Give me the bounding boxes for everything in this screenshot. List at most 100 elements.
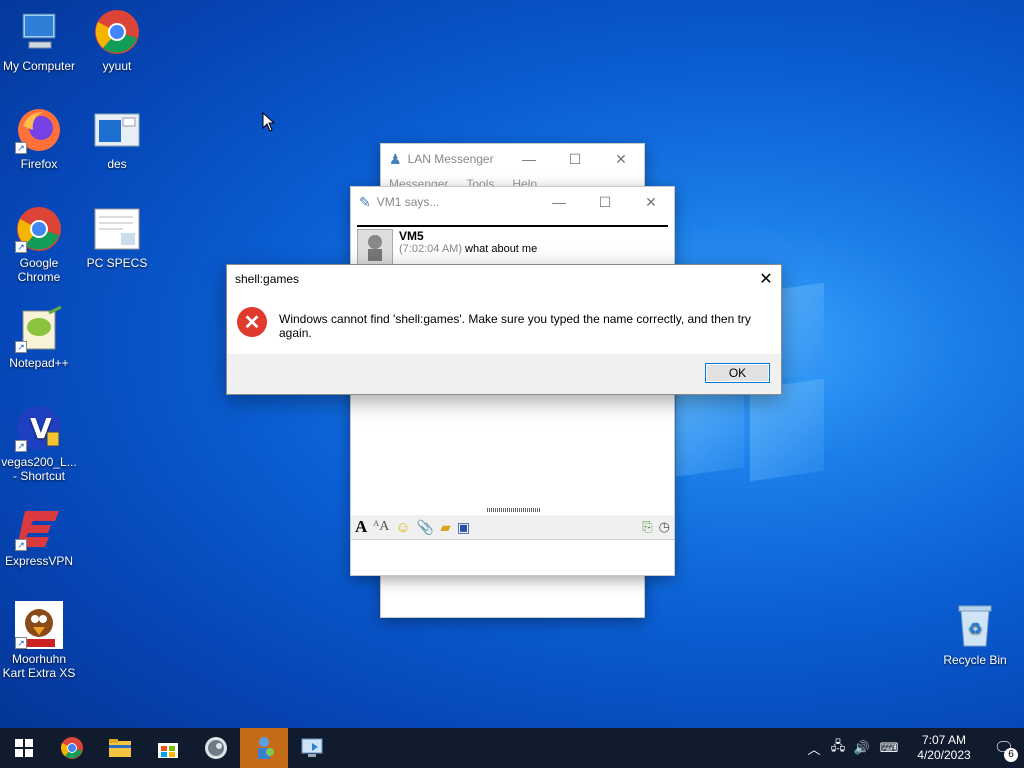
chat-titlebar[interactable]: ✎ VM1 says... — ☐ ✕ xyxy=(351,187,674,217)
lan-messenger-icon xyxy=(258,737,274,759)
message-input[interactable] xyxy=(351,539,674,575)
shortcut-arrow-icon: ↗ xyxy=(15,341,27,353)
chrome-icon xyxy=(61,737,83,759)
shortcut-arrow-icon: ↗ xyxy=(15,440,27,452)
taskbar-store[interactable] xyxy=(144,728,192,768)
document-image-icon xyxy=(93,205,141,253)
shortcut-arrow-icon: ↗ xyxy=(15,637,27,649)
show-hidden-icons-chevron-icon[interactable]: ︿ xyxy=(802,739,826,758)
desktop-icon-label: Firefox xyxy=(20,157,58,171)
message-time: (7:02:04 AM) xyxy=(399,243,462,255)
notification-center-button[interactable]: 🗨 6 xyxy=(984,728,1024,768)
computer-icon xyxy=(15,8,63,56)
keyboard-icon[interactable]: ⌨ xyxy=(874,740,904,756)
desktop-icon-google-chrome[interactable]: ↗ Google Chrome xyxy=(0,205,78,284)
vegas-pro-icon: V ↗ xyxy=(15,404,63,452)
attach-file-icon[interactable]: 📎 xyxy=(417,519,434,536)
desktop-icon-label: vegas200_L... - Shortcut xyxy=(1,455,77,483)
taskbar-chrome[interactable] xyxy=(48,728,96,768)
start-button[interactable] xyxy=(0,728,48,768)
error-dialog[interactable]: shell:games ✕ ✕ Windows cannot find 'she… xyxy=(226,264,782,395)
window-title: LAN Messenger xyxy=(407,152,494,166)
close-button[interactable]: ✕ xyxy=(598,144,644,174)
desktop-icon-label: Notepad++ xyxy=(9,356,69,370)
shortcut-arrow-icon: ↗ xyxy=(15,539,27,551)
desktop-icon-label: Google Chrome xyxy=(17,256,61,284)
desktop-icon-label: Recycle Bin xyxy=(943,653,1007,667)
lan-messenger-titlebar[interactable]: ♟ LAN Messenger — ☐ ✕ xyxy=(381,144,644,174)
desktop-icon-label: Moorhuhn Kart Extra XS xyxy=(2,652,76,680)
taskbar: ︿ 🖧 🔊 ⌨ 7:07 AM 4/20/2023 🗨 6 xyxy=(0,728,1024,768)
emoticon-icon[interactable]: ☺ xyxy=(395,519,410,536)
volume-icon[interactable]: 🔊 xyxy=(850,740,874,756)
screenshot-file-icon xyxy=(93,106,141,154)
chat-app-icon: ✎ xyxy=(359,193,371,210)
shortcut-arrow-icon: ↗ xyxy=(15,241,27,253)
firefox-icon: ↗ xyxy=(15,106,63,154)
transfer-icon[interactable]: ⎘ xyxy=(642,519,652,535)
desktop-icon-label: PC SPECS xyxy=(86,256,148,270)
desktop-icon-firefox[interactable]: ↗ Firefox xyxy=(0,106,78,171)
maximize-button[interactable]: ☐ xyxy=(582,187,628,217)
notepad-plus-plus-icon: ↗ xyxy=(15,305,63,353)
desktop-icon-label: ExpressVPN xyxy=(4,554,74,568)
desktop-icon-label: des xyxy=(107,157,127,171)
recycle-bin-icon: ♻ xyxy=(951,602,999,650)
close-button[interactable]: ✕ xyxy=(751,265,781,293)
send-folder-icon[interactable]: ▰ xyxy=(440,519,451,536)
desktop-icon-moorhuhn[interactable]: ↗ Moorhuhn Kart Extra XS xyxy=(0,601,78,680)
clock[interactable]: 7:07 AM 4/20/2023 xyxy=(904,733,984,763)
ok-button[interactable]: OK xyxy=(705,363,770,383)
remote-desktop-icon xyxy=(301,738,323,757)
chrome-icon xyxy=(93,8,141,56)
dialog-titlebar[interactable]: shell:games ✕ xyxy=(227,265,781,293)
folder-icon xyxy=(109,739,131,757)
avatar xyxy=(357,229,393,265)
store-icon xyxy=(158,743,178,758)
chat-toolbar: A ᴬA ☺ 📎 ▰ ▣ ⎘ ◷ xyxy=(351,515,674,539)
minimize-button[interactable]: — xyxy=(506,144,552,174)
taskbar-lan-messenger[interactable] xyxy=(240,728,288,768)
desktop-icon-vegas[interactable]: V ↗ vegas200_L... - Shortcut xyxy=(0,404,78,483)
desktop-icon-label: My Computer xyxy=(2,59,76,73)
save-icon[interactable]: ▣ xyxy=(457,519,470,536)
close-button[interactable]: ✕ xyxy=(628,187,674,217)
moorhuhn-chicken-icon: ↗ xyxy=(15,601,63,649)
desktop-icon-pc-specs[interactable]: PC SPECS xyxy=(78,205,156,270)
dialog-footer: OK xyxy=(227,354,781,394)
svg-text:♻: ♻ xyxy=(968,619,982,638)
message-sender: VM5 xyxy=(399,229,424,243)
dialog-title: shell:games xyxy=(235,272,300,286)
clock-time: 7:07 AM xyxy=(921,733,967,747)
desktop-icon-label: yyuut xyxy=(102,59,132,73)
minimize-button[interactable]: — xyxy=(536,187,582,217)
notification-badge: 6 xyxy=(1004,748,1018,762)
steam-icon xyxy=(205,737,227,759)
expressvpn-icon: ↗ xyxy=(15,503,63,551)
network-icon[interactable]: 🖧 xyxy=(826,737,850,759)
taskbar-steam[interactable] xyxy=(192,728,240,768)
desktop-icon-notepad-plus-plus[interactable]: ↗ Notepad++ xyxy=(0,305,78,370)
desktop-icon-des[interactable]: des xyxy=(78,106,156,171)
message-text: what about me xyxy=(465,243,538,255)
font-icon[interactable]: A xyxy=(355,517,367,537)
history-icon[interactable]: ◷ xyxy=(659,519,670,535)
dialog-message: Windows cannot find 'shell:games'. Make … xyxy=(279,312,751,340)
lan-messenger-app-icon: ♟ xyxy=(389,150,402,167)
desktop-icon-recycle-bin[interactable]: ♻ Recycle Bin xyxy=(936,602,1014,667)
window-title: VM1 says... xyxy=(376,195,440,209)
chat-history: VM5 (7:02:04 AM) what about me xyxy=(357,225,668,265)
font-color-icon[interactable]: ᴬA xyxy=(373,519,389,535)
desktop-icon-my-computer[interactable]: My Computer xyxy=(0,8,78,73)
windows-start-icon xyxy=(15,739,33,757)
taskbar-file-explorer[interactable] xyxy=(96,728,144,768)
splitter-handle[interactable] xyxy=(487,508,541,512)
desktop-icon-yyuut[interactable]: yyuut xyxy=(78,8,156,73)
taskbar-remote-desktop[interactable] xyxy=(288,728,336,768)
system-tray: ︿ 🖧 🔊 ⌨ 7:07 AM 4/20/2023 🗨 6 xyxy=(802,728,1024,768)
shortcut-arrow-icon: ↗ xyxy=(15,142,27,154)
chrome-icon: ↗ xyxy=(15,205,63,253)
desktop-icon-expressvpn[interactable]: ↗ ExpressVPN xyxy=(0,503,78,568)
maximize-button[interactable]: ☐ xyxy=(552,144,598,174)
clock-date: 4/20/2023 xyxy=(917,748,971,762)
